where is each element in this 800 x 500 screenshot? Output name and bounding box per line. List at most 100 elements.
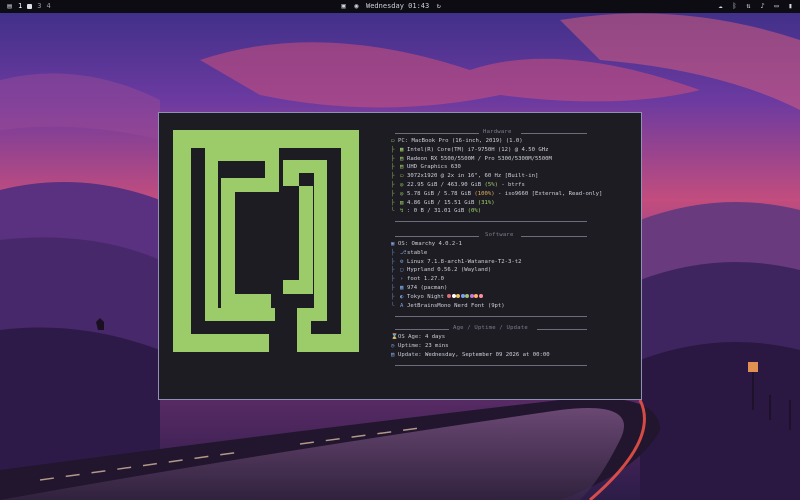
palette-swatch-5 [469,294,474,299]
network-icon[interactable]: ⇅ [745,0,752,13]
gpu-icon: ▤ [400,155,404,162]
workspace-switcher: ▤ 1 3 4 [6,0,50,13]
tree-end: └ [391,208,395,215]
font-icon: A [400,302,404,309]
package-icon: ▦ [400,284,404,291]
clock-label[interactable]: Wednesday 01:43 [366,0,429,13]
memory-icon: ▥ [400,199,404,206]
sw-wm-value: Hyprland 0.56.2 (Wayland) [407,267,492,274]
record-icon[interactable]: ◉ [353,0,360,13]
hw-disk2-value: 5.78 GiB / 5.78 GiB [407,190,471,197]
tree-branch: ├ [391,284,395,291]
hw-cpu-row: ├ ▦ Intel(R) Core(TM) i7-9750H (12) @ 4.50… [391,146,591,155]
hardware-rule-left [395,133,479,134]
uptime-footer [391,361,591,369]
hw-memory-value: 4.86 GiB / 15.51 GiB [407,199,475,206]
sw-os-key: OS [398,241,405,247]
hw-gpu1-row: ├ ▤ Radeon RX 5500/5500M / Pro 5300/5300M/… [391,155,591,164]
bluetooth-icon[interactable]: ᛒ [731,0,738,13]
tree-branch: ├ [391,146,395,153]
palette-swatch-4 [465,294,470,299]
hardware-rule-right [521,133,587,134]
tree-branch: ├ [391,190,395,197]
workspace-4[interactable]: 4 [46,0,50,13]
os-age-row: ⌛OS Age: 4 days [391,333,591,342]
hw-swap-value: : 0 B / 31.01 GiB [407,208,465,215]
hw-memory-pct: (31%) [477,199,495,206]
disk-icon: ◎ [400,181,404,188]
cpu-icon: ▦ [400,146,404,153]
terminal-window[interactable]: Hardware ▭ PC: MacBook Pro (16-inch, 2019… [158,112,642,400]
hw-pc-value: MacBook Pro (16-inch, 2019) (1.0) [411,138,523,144]
tree-branch: ├ [391,258,395,265]
update-icon[interactable]: ↻ [435,0,442,13]
hw-disk1-row: ├ ◎ 22.95 GiB / 463.90 GiB (5%) - btrfs [391,181,591,190]
tree-branch: ├ [391,276,395,283]
hw-swap-row: └ ↯: 0 B / 31.01 GiB (0%) [391,207,591,216]
software-title: Software [485,232,514,238]
window-icon: ▢ [400,267,404,274]
hw-disk2-pct: (100%) [474,190,495,197]
palette-swatch-3 [460,294,465,299]
gear-icon: ⚙ [400,258,404,265]
hourglass-icon: ⌛ [391,334,398,340]
sw-os-value: Omarchy 4.0.2-1 [411,241,463,247]
sw-font-value: JetBrainsMono Nerd Font (9pt) [407,302,505,309]
update-row: ▤ Update: Wednesday, September 09 2026 at… [391,351,591,360]
apps-menu-icon[interactable]: ▤ [6,0,13,13]
software-section: Software ▣ OS: Omarchy 4.0.2-1 ├ ⎇stable ├… [391,232,591,310]
tree-end: └ [391,302,395,309]
sw-os-colon: : [404,241,412,247]
uptime-rule-left [395,329,449,330]
system-tray: ☁ ᛒ ⇅ ♪ ▭ ▮ [717,0,794,13]
hardware-section: Hardware ▭ PC: MacBook Pro (16-inch, 2019… [391,129,602,216]
hw-swap-pct: (0%) [467,208,482,215]
clock-area: ▣ ◉ Wednesday 01:43 ↻ [340,0,442,13]
tree-branch: ├ [391,267,395,274]
hardware-bottom-rule [395,221,587,222]
sw-kernel-row: ├ ⚙ Linux 7.1.8-arch1-Watanare-T2-3-t2 [391,258,591,267]
software-bottom-rule [395,316,587,317]
hw-disk2-row: ├ ◎ 5.78 GiB / 5.78 GiB (100%) - iso9660 [… [391,190,602,199]
branch-icon: ⎇ [400,249,407,256]
omarchy-logo [173,130,359,352]
uptime-rule-right [537,329,587,330]
uptime-title: Age / Uptime / Update [453,325,528,331]
hw-pc-row: ▭ PC: MacBook Pro (16-inch, 2019) (1.0) [391,137,591,146]
workspace-2-indicator[interactable] [27,4,33,9]
screenshot-icon[interactable]: ▣ [340,0,347,13]
workspace-3[interactable]: 3 [37,0,41,13]
tree-branch: ├ [391,293,395,300]
color-palette [447,294,483,300]
terminal-icon: › [400,276,404,283]
os-age-key: OS Age [398,334,419,340]
speaker-icon[interactable]: ♪ [759,0,766,13]
workspace-1[interactable]: 1 [18,0,22,13]
hw-pc-key: PC [398,138,405,144]
sw-theme-row: ├ ◐ Tokyo Night [391,293,591,302]
hw-pc-colon: : [404,138,412,144]
hw-disk1-pct: (5%) [484,181,498,188]
uptime-value: : 23 mins [418,342,449,349]
battery-icon[interactable]: ▮ [787,0,794,13]
tree-branch: ├ [391,173,395,180]
uptime-header: Age / Uptime / Update [391,325,591,333]
calendar-icon: ▤ [391,351,395,358]
tree-branch: ├ [391,199,395,206]
tree-branch: ├ [391,249,395,256]
uptime-bottom-rule [395,365,587,367]
cloud-icon[interactable]: ☁ [717,0,724,13]
hw-display-row: ├ ▭ 3072x1920 @ 2x in 16", 60 Hz [Built-in… [391,172,591,181]
update-value: : Wednesday, September 09 2026 at 00:00 [418,351,550,358]
sw-packages-row: ├ ▦ 974 (pacman) [391,284,591,293]
uptime-row: ◷ Uptime: 23 mins [391,342,591,351]
palette-swatch-7 [478,294,483,299]
palette-swatch-6 [474,294,479,299]
hw-display-value: 3072x1920 @ 2x in 16", 60 Hz [Built-in] [407,173,539,180]
sw-wm-row: ├ ▢ Hyprland 0.56.2 (Wayland) [391,266,591,275]
monitor-icon[interactable]: ▭ [773,0,780,13]
uptime-key: Uptime [398,342,419,349]
sw-terminal-row: ├ › foot 1.27.0 [391,275,591,284]
sw-font-row: └ A JetBrainsMono Nerd Font (9pt) [391,302,591,311]
tree-branch: ├ [391,181,395,188]
